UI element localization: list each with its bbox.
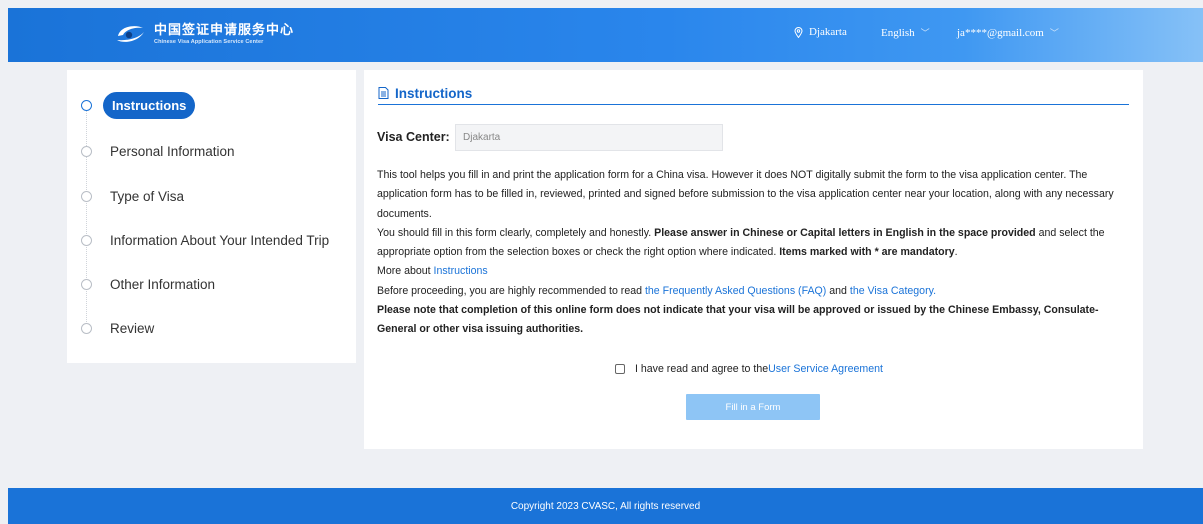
- logo[interactable]: 中国签证申请服务中心 Chinese Visa Application Serv…: [114, 22, 294, 46]
- footer: Copyright 2023 CVASC, All rights reserve…: [8, 488, 1203, 524]
- guidance-paragraph: You should fill in this form clearly, co…: [377, 226, 1105, 259]
- steps-connector: [86, 106, 87, 328]
- logo-chinese-text: 中国签证申请服务中心: [154, 22, 295, 38]
- agree-text: I have read and agree to the: [635, 363, 769, 375]
- before-proceeding-line: Before proceeding, you are highly recomm…: [377, 284, 937, 297]
- copyright-text: Copyright 2023 CVASC, All rights reserve…: [510, 500, 701, 512]
- chevron-down-icon: ﹀: [1049, 28, 1059, 38]
- visa-category-link[interactable]: the Visa Category.: [850, 285, 936, 297]
- agreement-row: I have read and agree to the User Servic…: [615, 363, 883, 375]
- language-text: English: [881, 26, 915, 39]
- language-selector[interactable]: English ﹀: [881, 26, 930, 39]
- intro-paragraph: This tool helps you fill in and print th…: [377, 169, 1114, 220]
- location-text: Djakarta: [809, 26, 847, 38]
- more-about-line: More about Instructions: [377, 265, 488, 278]
- location-pin-icon: [794, 26, 803, 38]
- document-icon: [378, 87, 389, 99]
- step-circle-icon: [81, 99, 92, 111]
- step-circle-icon: [81, 234, 92, 246]
- step-label: Information About Your Intended Trip: [110, 232, 330, 248]
- fill-in-form-button[interactable]: Fill in a Form: [686, 394, 820, 420]
- chevron-down-icon: ﹀: [920, 28, 930, 38]
- instructions-text: This tool helps you fill in and print th…: [377, 166, 1133, 340]
- location-selector[interactable]: Djakarta: [794, 26, 847, 38]
- instructions-link[interactable]: Instructions: [434, 265, 488, 277]
- step-label: Review: [110, 320, 155, 336]
- disclaimer-note: Please note that completion of this onli…: [377, 304, 1099, 336]
- step-circle-icon: [81, 145, 92, 157]
- logo-icon: [117, 26, 144, 42]
- step-circle-icon: [81, 278, 92, 290]
- agree-checkbox[interactable]: [615, 364, 625, 374]
- steps-sidebar: Instructions Personal Information Type o…: [67, 70, 356, 363]
- user-menu[interactable]: ja****@gmail.com ﹀: [957, 26, 1059, 39]
- section-title: Instructions: [378, 82, 1129, 105]
- instructions-panel: Instructions Visa Center: Djakarta This …: [364, 70, 1143, 449]
- user-email: ja****@gmail.com: [957, 26, 1044, 39]
- visa-center-label: Visa Center:: [377, 130, 450, 144]
- logo-english-text: Chinese Visa Application Service Center: [154, 38, 264, 45]
- step-label: Instructions: [103, 91, 196, 119]
- step-label: Other Information: [110, 276, 216, 292]
- step-circle-icon: [81, 322, 92, 334]
- faq-link[interactable]: the Frequently Asked Questions (FAQ): [645, 285, 826, 297]
- visa-center-field: Djakarta: [455, 124, 723, 151]
- user-service-agreement-link[interactable]: User Service Agreement: [768, 363, 883, 375]
- page-title: Instructions: [395, 85, 473, 101]
- top-header: 中国签证申请服务中心 Chinese Visa Application Serv…: [8, 8, 1203, 62]
- step-circle-icon: [81, 190, 92, 202]
- step-label: Personal Information: [110, 143, 235, 159]
- step-label: Type of Visa: [110, 188, 185, 204]
